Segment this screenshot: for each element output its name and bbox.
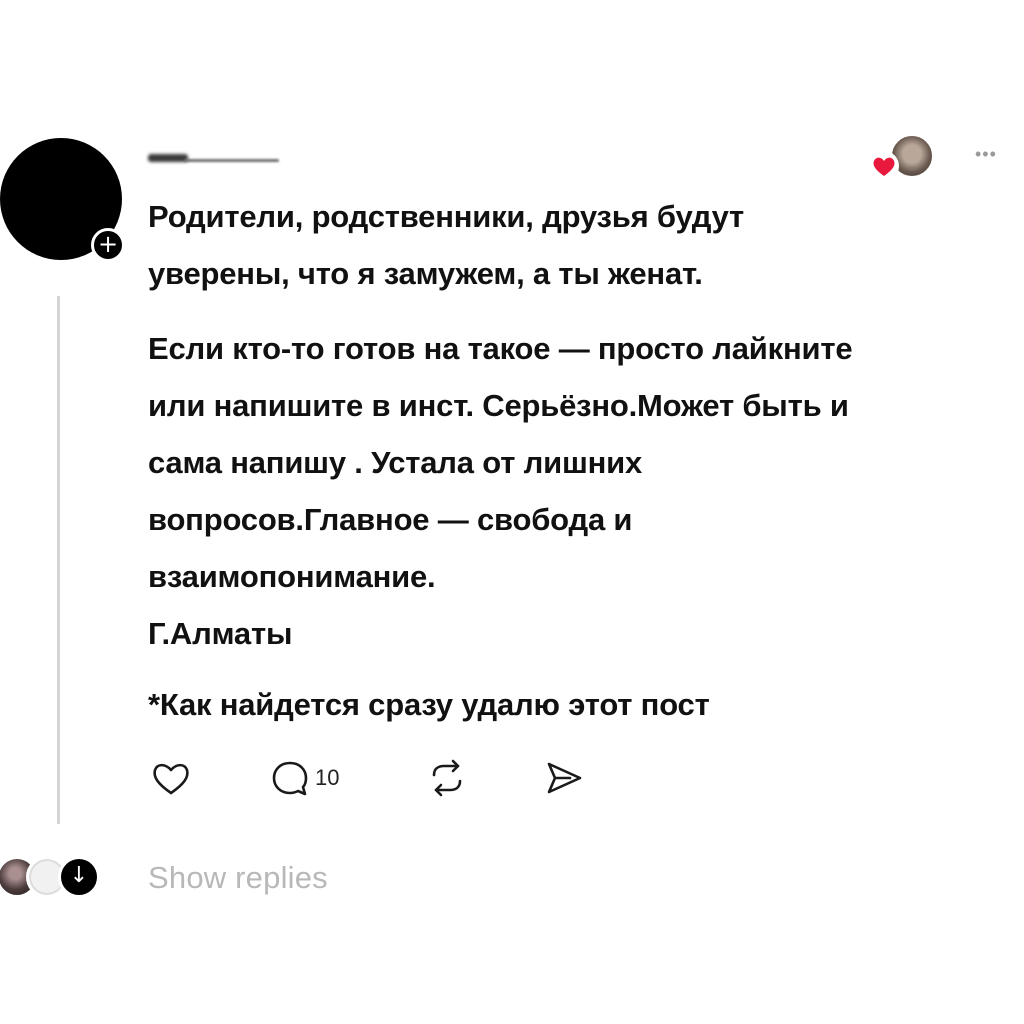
post-line: или напишите в инст. Серьёзно.Может быть… xyxy=(148,388,849,423)
post-line: уверены, что я замужем, а ты женат. xyxy=(148,256,703,291)
more-options-icon[interactable]: ••• xyxy=(975,145,1015,163)
comment-button[interactable]: 10 xyxy=(268,752,339,804)
heart-outline-icon xyxy=(153,763,189,795)
send-icon xyxy=(547,762,582,794)
post-body: Родители, родственники, друзья будут уве… xyxy=(148,188,1018,733)
comment-count: 10 xyxy=(315,765,340,790)
comment-bubble-icon xyxy=(272,761,308,796)
post-line: Если кто-то готов на такое — просто лайк… xyxy=(148,331,853,366)
post-line: Родители, родственники, друзья будут xyxy=(148,199,744,234)
repost-icon xyxy=(432,759,462,797)
repost-button[interactable] xyxy=(424,752,470,804)
show-replies-link[interactable]: Show replies xyxy=(148,860,328,896)
follow-button[interactable]: + xyxy=(91,228,125,262)
like-button[interactable] xyxy=(148,752,194,804)
heart-icon xyxy=(869,151,899,181)
arrow-down-icon[interactable]: ↓ xyxy=(58,856,100,898)
share-button[interactable] xyxy=(540,752,586,804)
post-line: взаимопонимание. xyxy=(148,559,436,594)
author-username-redacted[interactable] xyxy=(148,150,278,164)
post-line: вопросов.Главное — свобода и xyxy=(148,502,633,537)
post-card: + ••• Родители, родственники, друзья буд… xyxy=(0,0,1024,1024)
thread-line xyxy=(57,296,60,824)
post-line: сама напишу . Устала от лишних xyxy=(148,445,643,480)
post-location: Г.Алматы xyxy=(148,616,293,651)
reply-avatars[interactable]: ↓ xyxy=(0,856,110,904)
post-note: *Как найдется сразу удалю этот пост xyxy=(148,687,710,722)
